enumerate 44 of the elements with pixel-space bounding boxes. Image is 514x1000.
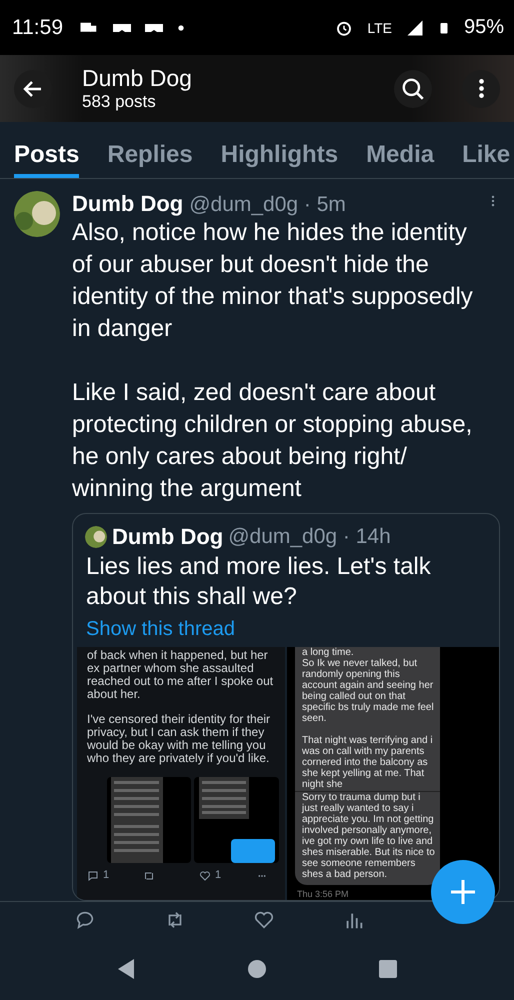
plus-icon bbox=[449, 878, 477, 906]
network-type: LTE bbox=[367, 20, 392, 36]
profile-tab[interactable]: Highlights bbox=[220, 122, 338, 178]
post-meta: @dum_d0g · 14h bbox=[228, 525, 392, 549]
battery-level: 95% bbox=[464, 16, 504, 39]
author-name: Dumb Dog bbox=[112, 524, 224, 550]
screenshot-text: of back when it happened, but her ex partner whom she assaulted reached out to me after I spoke out about her. bbox=[87, 649, 274, 701]
profile-tab[interactable]: Media bbox=[366, 122, 434, 178]
reply-icon bbox=[87, 870, 99, 882]
search-icon bbox=[400, 76, 426, 102]
post-text: Lies lies and more lies. Let's talk about this shall we? bbox=[85, 552, 432, 612]
avatar-icon bbox=[85, 526, 107, 548]
recents-nav-button[interactable] bbox=[378, 959, 398, 979]
home-nav-button[interactable] bbox=[246, 959, 267, 979]
like-count: 1 bbox=[215, 869, 222, 882]
signal-icon bbox=[406, 18, 424, 36]
avatar-icon bbox=[14, 191, 60, 237]
like-icon bbox=[253, 909, 275, 931]
message-text: That night was terrifying and i was on call with my parents cornered into the balcony as she kept yelling at me. That night she bbox=[302, 735, 434, 790]
screenshot-image[interactable] bbox=[287, 647, 499, 900]
like-icon bbox=[199, 870, 211, 882]
message-text: a long time. So Ik we never talked, but randomly opening this account again and seeing her being called out on that specific bs truly made me feel seen. bbox=[302, 647, 435, 724]
author-name: Dumb Dog bbox=[72, 191, 184, 217]
dot-icon bbox=[177, 24, 185, 32]
message-text: Sorry to trauma dump but i just really wanted to say i appreciate you. Im not getting involved personally anymore, ive got my own life to live and shes miserable. But its nice to see someone remembers shes a bad person. bbox=[302, 792, 436, 880]
show-thread-link[interactable]: Show this thread bbox=[73, 612, 499, 647]
screenshot-image[interactable] bbox=[77, 647, 285, 900]
screenshot-text: I've censored their identity for their privacy, but I can ask them if they would be okay with me telling you who they are privately if you'd like. bbox=[87, 713, 272, 765]
post-meta: @dum_d0g · 5m bbox=[189, 193, 347, 217]
clock-time: 11:59 bbox=[12, 16, 63, 40]
reply-icon bbox=[74, 909, 96, 931]
back-nav-button[interactable] bbox=[116, 958, 136, 980]
reply-count: 1 bbox=[103, 869, 110, 882]
profile-name: Dumb Dog bbox=[82, 65, 193, 92]
profile-tab[interactable]: Like bbox=[462, 122, 510, 178]
profile-tab[interactable]: Posts bbox=[14, 122, 80, 178]
post-count: 583 posts bbox=[82, 92, 157, 112]
profile-tab[interactable]: Replies bbox=[107, 122, 193, 178]
quoted-post[interactable] bbox=[72, 513, 500, 901]
post-text: Also, notice how he hides the identity of our abuser but doesn't hide the identity of the minor that's supposedly in danger bbox=[72, 218, 474, 344]
post-text: Like I said, zed doesn't care about protecting children or stopping abuse, he only cares about being right/ winning the argument bbox=[72, 378, 474, 504]
search-button[interactable] bbox=[394, 70, 432, 108]
more-icon bbox=[478, 79, 484, 98]
message-time: Thu 3:56 PM bbox=[297, 889, 350, 899]
